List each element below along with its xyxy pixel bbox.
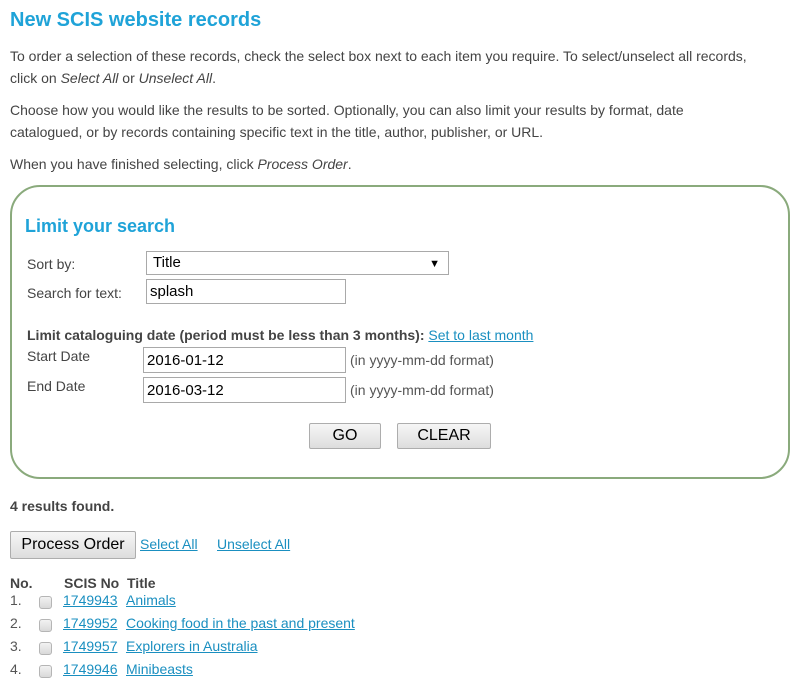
end-date-format-hint: (in yyyy-mm-dd format) [350,382,494,398]
page-title: New SCIS website records [10,9,262,31]
select-checkbox[interactable] [39,642,52,655]
select-checkbox[interactable] [39,665,52,678]
sort-by-select[interactable]: Title ▼ [146,251,449,275]
row-number: 1. [10,592,22,608]
intro-text: When you have finished selecting, click [10,156,258,172]
go-button[interactable]: GO [309,423,381,449]
title-link[interactable]: Animals [126,592,176,608]
date-limit-heading: Limit cataloguing date (period must be l… [27,327,533,343]
intro-text: click on [10,70,61,86]
chevron-down-icon: ▼ [429,258,440,270]
end-date-input[interactable] [143,377,346,403]
intro-emphasis: Select All [60,70,119,86]
panel-title: Limit your search [25,216,176,236]
intro-text: or [118,70,139,86]
row-number: 3. [10,638,22,654]
row-number: 4. [10,661,22,677]
row-number: 2. [10,615,22,631]
start-date-input[interactable] [143,347,346,373]
table-row: 3. 1749957 Explorers in Australia [0,638,500,658]
sort-by-value: Title [153,254,181,271]
intro-text: catalogued, or by records containing spe… [10,124,544,140]
intro-paragraph-3: When you have finished selecting, click … [10,153,352,175]
title-link[interactable]: Explorers in Australia [126,638,258,654]
clear-button[interactable]: CLEAR [397,423,491,449]
unselect-all-link[interactable]: Unselect All [217,536,290,552]
title-link[interactable]: Cooking food in the past and present [126,615,355,631]
intro-paragraph-2: Choose how you would like the results to… [10,99,684,143]
column-header-title: Title [127,575,156,591]
intro-paragraph-1: To order a selection of these records, c… [10,45,747,89]
results-count: 4 results found. [10,498,115,514]
date-limit-text: Limit cataloguing date (period must be l… [27,327,425,343]
start-date-label: Start Date [27,348,91,364]
table-row: 1. 1749943 Animals [0,592,500,612]
set-last-month-link[interactable]: Set to last month [428,327,533,343]
intro-text: To order a selection of these records, c… [10,48,747,64]
title-link[interactable]: Minibeasts [126,661,193,677]
intro-text: . [347,156,352,172]
intro-emphasis: Unselect All [138,70,213,86]
search-text-input[interactable] [146,279,346,304]
sort-by-label: Sort by: [27,256,76,272]
intro-text: Choose how you would like the results to… [10,102,684,118]
end-date-label: End Date [27,378,86,394]
process-order-button[interactable]: Process Order [10,531,136,559]
intro-text: . [212,70,216,86]
table-row: 2. 1749952 Cooking food in the past and … [0,615,500,635]
scis-number-link[interactable]: 1749952 [63,615,118,631]
intro-emphasis: Process Order [257,156,348,172]
scis-number-link[interactable]: 1749943 [63,592,118,608]
select-checkbox[interactable] [39,619,52,632]
scis-number-link[interactable]: 1749957 [63,638,118,654]
column-header-scis-no: SCIS No [64,575,120,591]
table-row: 4. 1749946 Minibeasts [0,661,500,681]
scis-number-link[interactable]: 1749946 [63,661,118,677]
column-header-no: No. [10,575,33,591]
search-text-label: Search for text: [27,285,122,301]
select-checkbox[interactable] [39,596,52,609]
start-date-format-hint: (in yyyy-mm-dd format) [350,352,494,368]
select-all-link[interactable]: Select All [140,536,198,552]
